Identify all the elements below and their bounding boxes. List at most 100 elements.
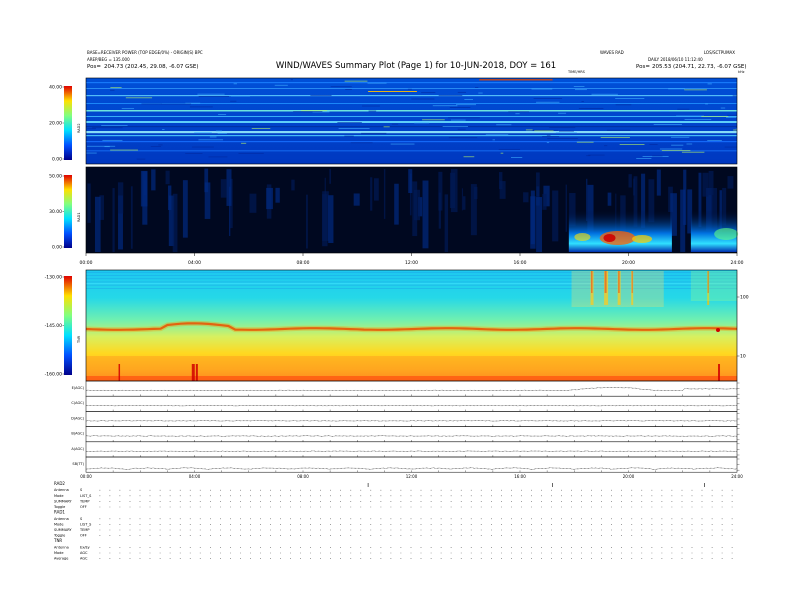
rad1-streak bbox=[306, 194, 308, 249]
status-row-value: TEMP bbox=[79, 499, 89, 503]
rad2-streak bbox=[310, 95, 332, 96]
status-row-label: SUMMARY bbox=[54, 528, 72, 532]
rad2-hot-streak bbox=[479, 79, 553, 81]
tnr-colorbar-tick: -160.00 bbox=[45, 372, 63, 378]
agc-panel-label: SB(TT) bbox=[72, 462, 84, 466]
rad2-streak bbox=[615, 98, 645, 99]
rad2-band bbox=[86, 150, 737, 152]
rad2-streak bbox=[432, 105, 458, 107]
header-right-line2: DAILY 2018/06/10 11:12:40 bbox=[648, 57, 703, 62]
rad2-streak bbox=[591, 93, 618, 95]
rad2-streak bbox=[684, 89, 707, 91]
rad1-streak bbox=[130, 186, 133, 249]
rad1-xtick: 04:00 bbox=[188, 260, 201, 266]
header-right-top1: WAVES RAD bbox=[600, 50, 624, 55]
rad2-streak bbox=[110, 89, 115, 91]
rad2-streak bbox=[581, 101, 584, 102]
rad1-streak bbox=[449, 172, 456, 209]
rad1-xtick: 20:00 bbox=[622, 260, 635, 266]
rad1-streak bbox=[394, 183, 399, 225]
rad2-streak bbox=[660, 110, 670, 112]
rad2-streak bbox=[549, 127, 576, 129]
rad2-streak bbox=[707, 140, 722, 141]
tnr-burst-region bbox=[571, 271, 664, 307]
status-row-value: OFF bbox=[80, 534, 87, 538]
rad2-streak bbox=[194, 132, 212, 133]
tnr-burst-region bbox=[690, 271, 737, 301]
rad1-streak bbox=[151, 169, 156, 191]
rad2-band bbox=[86, 135, 737, 137]
tnr-right-tick: 10 bbox=[740, 354, 746, 360]
rad2-streak bbox=[361, 132, 387, 134]
rad2-streak bbox=[496, 124, 512, 126]
rad2-streak bbox=[677, 108, 690, 110]
rad2-streak bbox=[705, 103, 708, 105]
rad2-streak bbox=[498, 148, 521, 150]
agc-trace bbox=[86, 450, 737, 452]
rad2-streak bbox=[478, 92, 483, 94]
agc-panel-frame bbox=[85, 441, 738, 458]
rad1-streak bbox=[702, 172, 709, 197]
rad2-streak bbox=[559, 130, 574, 132]
rad2-streak bbox=[161, 103, 192, 105]
rad2-band bbox=[86, 131, 737, 134]
rad2-streak bbox=[162, 129, 165, 130]
status-section-title: TNR bbox=[53, 538, 62, 543]
rad1-streak bbox=[329, 168, 331, 184]
rad2-streak bbox=[588, 154, 605, 156]
tnr-spot bbox=[716, 328, 721, 332]
rad2-streak bbox=[383, 126, 390, 128]
agc-xtick: 04:00 bbox=[189, 474, 201, 479]
rad1-streak bbox=[444, 194, 449, 252]
rad2-streak bbox=[586, 155, 591, 157]
rad2-streak bbox=[141, 103, 162, 105]
status-row-value: TEMP bbox=[79, 528, 89, 532]
rad2-streak bbox=[438, 95, 463, 97]
status-row-label: Toggle bbox=[53, 534, 65, 538]
rad1-streak bbox=[94, 196, 101, 252]
rad2-band bbox=[86, 95, 737, 97]
rad2-streak bbox=[185, 102, 201, 104]
page-title: WIND/WAVES Summary Plot (Page 1) for 10-… bbox=[276, 61, 556, 71]
rad2-streak bbox=[604, 145, 608, 147]
rad2-streak bbox=[158, 144, 163, 146]
status-row-label: Antenna bbox=[54, 488, 69, 492]
status-row-label: Mode bbox=[54, 522, 64, 526]
rad1-xtick: 16:00 bbox=[514, 260, 527, 266]
agc-panel-frame bbox=[85, 411, 738, 427]
rad1-hotspot bbox=[603, 234, 616, 242]
rad2-streak bbox=[733, 129, 737, 131]
tnr-spike bbox=[718, 364, 721, 381]
tnr-spike bbox=[118, 364, 121, 381]
rad2-streak bbox=[241, 142, 247, 144]
rad1-streak bbox=[249, 193, 257, 213]
rad2-streak bbox=[411, 98, 435, 100]
rad2-streak bbox=[573, 86, 585, 87]
rad1-streak bbox=[607, 192, 612, 206]
rad1-streak bbox=[727, 176, 734, 189]
agc-panel-frame bbox=[85, 426, 738, 443]
rad2-streak bbox=[209, 136, 217, 138]
rad2-streak bbox=[87, 128, 96, 130]
rad2-streak bbox=[101, 125, 128, 127]
rad2-band bbox=[86, 88, 737, 89]
rad2-streak bbox=[534, 130, 554, 132]
rad1-streak bbox=[542, 193, 547, 210]
rad1-burst bbox=[568, 210, 672, 252]
rad2-streak bbox=[619, 144, 645, 145]
rad1-streak bbox=[322, 194, 328, 247]
rad1-streak bbox=[408, 169, 413, 194]
rad1-streak bbox=[140, 170, 148, 207]
rad2-streak bbox=[684, 119, 712, 120]
rad2-streak bbox=[707, 83, 712, 85]
tnr-spike bbox=[195, 364, 198, 381]
agc-traces: E(AGC) C(AGC) D(AGC) B(AGC) A(AGC) SB(TT) bbox=[71, 380, 740, 473]
status-section-title: RAD1 bbox=[54, 510, 65, 515]
rad1-xtick: 00:00 bbox=[80, 260, 93, 266]
rad2-streak bbox=[421, 92, 436, 94]
status-row-label: Average bbox=[54, 557, 68, 561]
rad2-streak bbox=[558, 112, 567, 114]
rad2-streak bbox=[546, 142, 550, 144]
rad2-streak bbox=[368, 110, 377, 112]
rad2-streak bbox=[230, 100, 237, 102]
